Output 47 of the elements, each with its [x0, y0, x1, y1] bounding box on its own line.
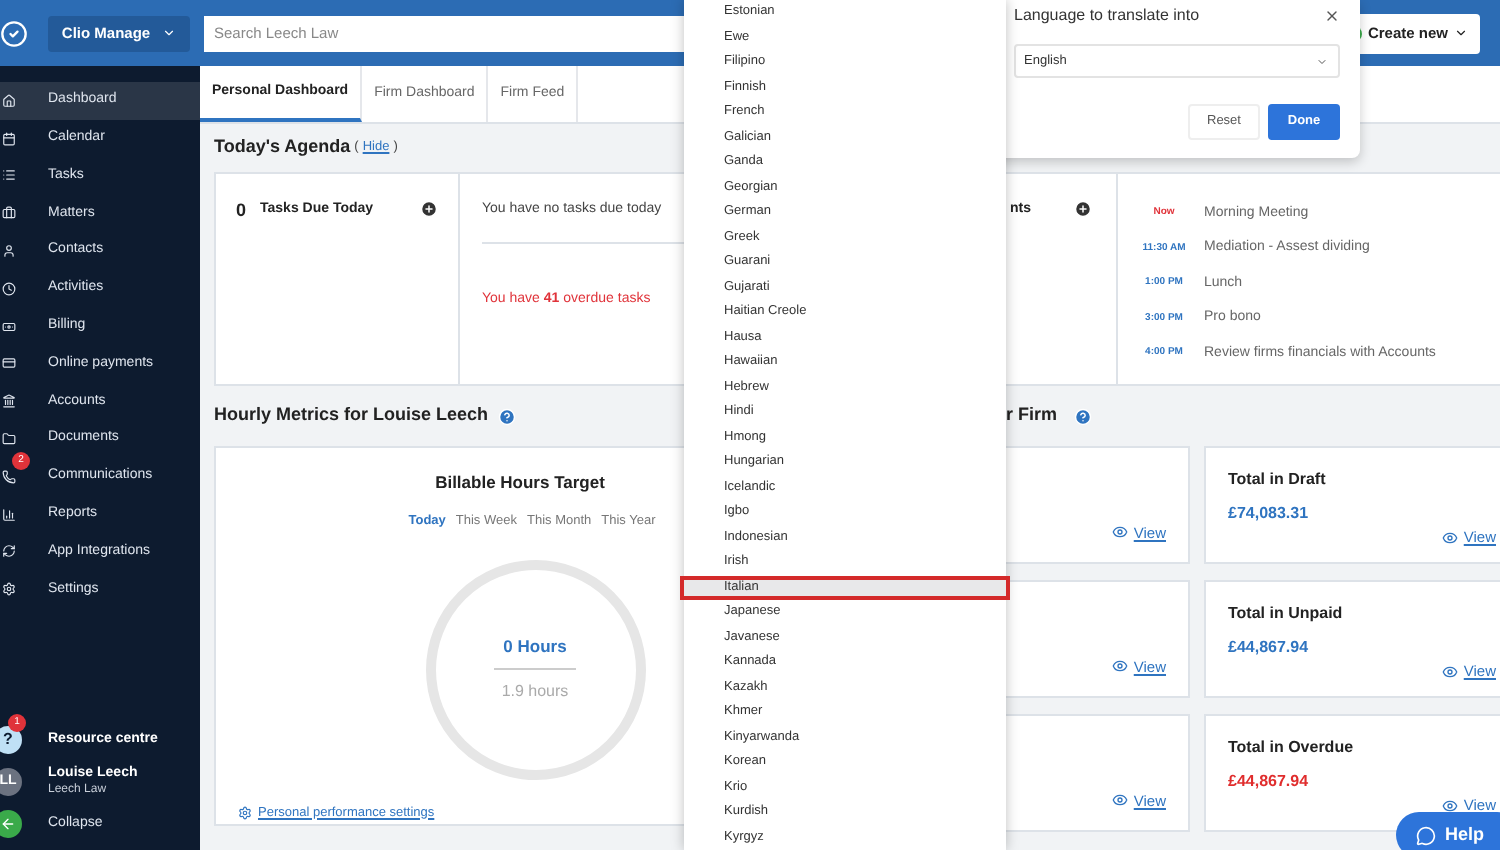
metric-title: Total in Draft: [1228, 468, 1328, 492]
bank-icon: [2, 394, 16, 409]
metric-amount: £44,867.94: [1228, 636, 1311, 660]
card-title: Billable Hours Target: [435, 470, 605, 496]
section-title: Hourly Metrics for Louise Leech: [214, 402, 489, 429]
banknote-icon: [2, 319, 16, 334]
metric-title: Total in Overdue: [1228, 736, 1356, 760]
settings-icon: [2, 582, 16, 597]
eye-icon: [1441, 529, 1458, 546]
logo-icon: [0, 19, 28, 47]
caret-icon: [1454, 26, 1468, 40]
folder-icon: [2, 432, 16, 447]
chat-icon: [1416, 825, 1437, 845]
eye-icon: [1111, 658, 1128, 675]
clock-icon: [2, 281, 16, 296]
help-icon[interactable]: [1073, 407, 1092, 425]
credit-card-icon: [2, 356, 16, 371]
sync-icon: [2, 544, 16, 559]
help-button[interactable]: Help: [1396, 812, 1500, 850]
task-count: 0: [236, 198, 247, 224]
phone-icon: [2, 469, 16, 484]
close-icon[interactable]: [1324, 7, 1340, 23]
settings-icon: [238, 805, 252, 820]
dialog-title: Language to translate into: [1014, 3, 1200, 27]
caret-icon: [1316, 55, 1328, 67]
list-icon: [2, 168, 16, 183]
hours-value: 0 Hours: [493, 634, 577, 670]
metric-title: Total in Unpaid: [1228, 602, 1345, 626]
add-icon[interactable]: [1074, 200, 1092, 218]
caret-icon: [162, 26, 177, 40]
briefcase-icon: [2, 206, 16, 221]
calendar-icon: [2, 131, 16, 146]
eye-icon: [1111, 792, 1128, 809]
add-icon[interactable]: [420, 200, 438, 218]
eye-icon: [1111, 524, 1128, 541]
home-icon: [2, 93, 16, 108]
eye-icon: [1441, 663, 1458, 680]
target-hours: 1.9 hours: [501, 679, 569, 704]
eye-icon: [1441, 797, 1458, 814]
section-title: Today's Agenda: [214, 134, 351, 161]
metric-amount: £44,867.94: [1228, 770, 1311, 794]
collapse-icon[interactable]: [0, 810, 22, 838]
metric-amount: £74,083.31: [1228, 502, 1311, 526]
bar-chart-icon: [2, 507, 16, 522]
help-icon[interactable]: [498, 407, 517, 425]
person-icon: [2, 244, 16, 259]
section-title: r Firm: [1006, 402, 1058, 429]
